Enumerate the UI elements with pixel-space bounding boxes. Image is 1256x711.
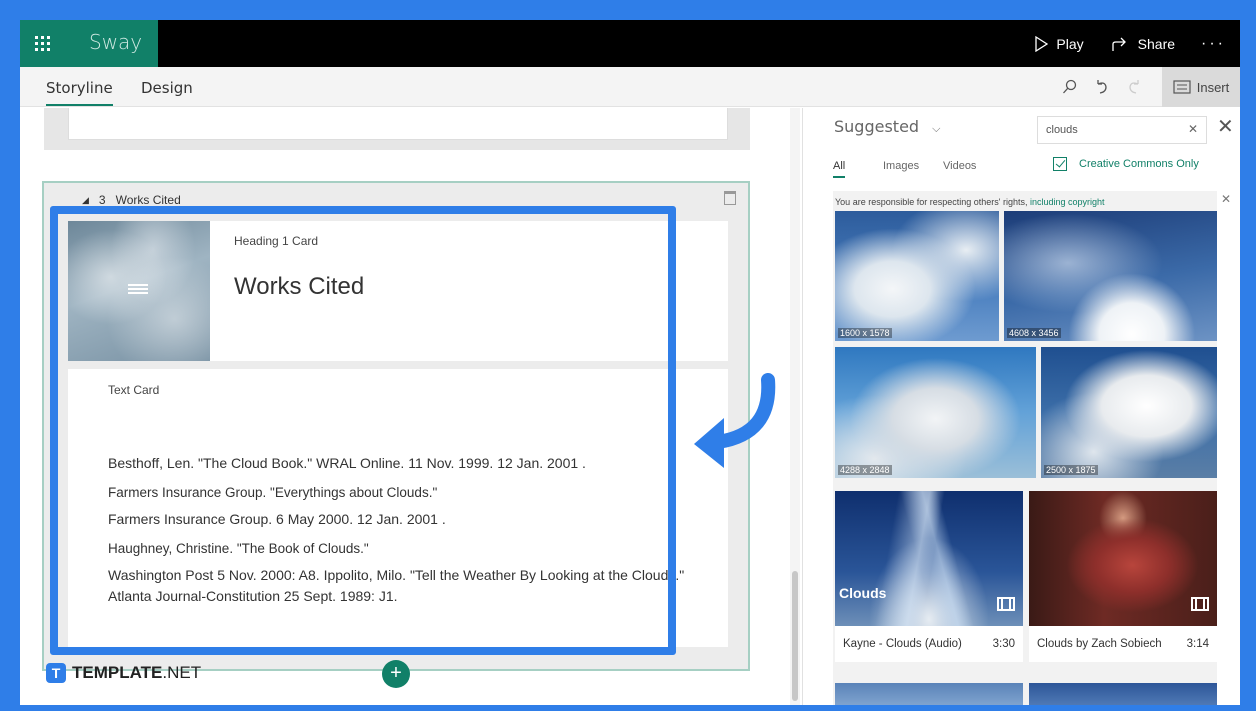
image-dimensions: 4608 x 3456 — [1007, 328, 1061, 338]
insert-label: Insert — [1196, 79, 1230, 95]
close-panel-icon[interactable]: ✕ — [1217, 114, 1234, 139]
image-result-1[interactable]: 1600 x 1578 — [835, 211, 999, 341]
search-icon[interactable] — [1054, 67, 1086, 107]
watermark-suffix: .NET — [162, 663, 202, 682]
previous-card[interactable] — [68, 108, 728, 140]
collapse-icon[interactable]: ◢ — [82, 195, 89, 206]
video-duration: 3:14 — [1186, 638, 1209, 650]
more-options-icon[interactable]: ··· — [1201, 35, 1226, 53]
watermark-logo: T TEMPLATE .NET — [46, 663, 201, 683]
navigation-bar: Storyline Design Insert — [20, 67, 1240, 107]
results-grid: You are responsible for respecting other… — [833, 191, 1231, 705]
creative-commons-toggle[interactable]: Creative Commons Only — [1053, 157, 1199, 171]
template-logo-icon: T — [46, 663, 66, 683]
checkbox-checked-icon[interactable] — [1053, 157, 1067, 171]
video-title: Kayne - Clouds (Audio) — [843, 638, 962, 650]
tab-storyline[interactable]: Storyline — [46, 79, 113, 106]
section-title: Works Cited — [115, 193, 181, 207]
play-icon — [1035, 35, 1049, 52]
video-caption: Kayne - Clouds (Audio) 3:30 — [835, 626, 1023, 662]
video-result-1[interactable]: Clouds Kayne - Clouds (Audio) 3:30 — [835, 491, 1023, 662]
video-thumbnail[interactable]: Clouds — [835, 491, 1023, 626]
share-icon — [1112, 37, 1126, 51]
section-header[interactable]: ◢ 3 Works Cited — [82, 193, 181, 207]
search-value: clouds — [1046, 124, 1078, 136]
top-bar: Sway Play Share ··· — [20, 20, 1240, 67]
filter-bar: All Images Videos Creative Commons Only — [803, 154, 1240, 182]
canvas-scrollbar-thumb[interactable] — [792, 571, 798, 701]
previous-section — [44, 108, 750, 150]
app-launcher-icon[interactable] — [35, 36, 50, 51]
share-button[interactable]: Share — [1112, 36, 1175, 52]
insert-icon — [1173, 80, 1191, 94]
section-number: 3 — [98, 193, 106, 207]
canvas-scrollbar[interactable] — [790, 108, 800, 705]
curved-arrow-icon — [694, 373, 776, 468]
video-caption: Clouds by Zach Sobiech 3:14 — [1029, 626, 1217, 662]
play-label: Play — [1056, 35, 1084, 52]
app-name: Sway — [89, 30, 143, 54]
image-dimensions: 1600 x 1578 — [838, 328, 892, 338]
notice-text: You are responsible for respecting other… — [835, 197, 1030, 207]
tab-design[interactable]: Design — [141, 79, 193, 97]
video-title: Clouds by Zach Sobiech — [1037, 638, 1162, 650]
insert-button[interactable]: Insert — [1162, 67, 1240, 107]
watermark-brand: TEMPLATE — [72, 663, 163, 682]
source-dropdown[interactable]: Suggested ⌵ — [834, 117, 941, 136]
image-result-2[interactable]: 4608 x 3456 — [1004, 211, 1217, 341]
image-dimensions: 2500 x 1875 — [1044, 465, 1098, 475]
undo-icon[interactable] — [1086, 67, 1118, 107]
video-duration: 3:30 — [992, 638, 1015, 650]
image-result-4[interactable]: 2500 x 1875 — [1041, 347, 1217, 478]
video-overlay-title: Clouds — [839, 585, 887, 601]
play-button[interactable]: Play — [1034, 35, 1084, 52]
brand-area: Sway — [20, 20, 158, 67]
dismiss-notice-icon[interactable]: ✕ — [1221, 192, 1231, 206]
video-icon — [997, 597, 1015, 611]
video-thumbnail[interactable] — [1029, 491, 1217, 626]
image-result-5[interactable] — [835, 683, 1023, 705]
image-result-6[interactable] — [1029, 683, 1217, 705]
video-icon — [1191, 597, 1209, 611]
share-label: Share — [1137, 35, 1176, 52]
filter-all[interactable]: All — [833, 160, 846, 178]
creative-commons-label: Creative Commons Only — [1079, 158, 1199, 170]
chevron-down-icon: ⌵ — [932, 122, 941, 135]
image-result-3[interactable]: 4288 x 2848 — [835, 347, 1036, 478]
redo-icon[interactable] — [1118, 67, 1150, 107]
clear-search-icon[interactable]: ✕ — [1188, 122, 1198, 136]
video-result-2[interactable]: Clouds by Zach Sobiech 3:14 — [1029, 491, 1217, 662]
copyright-notice: You are responsible for respecting other… — [835, 197, 1105, 207]
panel-header: Suggested ⌵ clouds ✕ ✕ — [803, 108, 1240, 148]
panel-search-input[interactable]: clouds ✕ — [1037, 116, 1207, 144]
filter-images[interactable]: Images — [883, 160, 919, 172]
add-content-button[interactable]: + — [382, 660, 410, 688]
source-dropdown-label: Suggested — [834, 117, 920, 136]
highlight-box — [50, 206, 676, 655]
copyright-link[interactable]: including copyright — [1030, 197, 1105, 207]
app-window: Sway Play Share ··· Storyline Design Ins… — [20, 20, 1240, 705]
delete-section-icon[interactable] — [724, 191, 736, 205]
storyline-canvas: ◢ 3 Works Cited Heading 1 Card Works Cit… — [20, 108, 785, 705]
image-dimensions: 4288 x 2848 — [838, 465, 892, 475]
filter-videos[interactable]: Videos — [943, 160, 976, 172]
toolbar-icons: Insert — [1054, 67, 1240, 107]
top-actions: Play Share ··· — [1006, 20, 1226, 67]
insert-panel: Suggested ⌵ clouds ✕ ✕ All Images Videos… — [802, 108, 1240, 705]
